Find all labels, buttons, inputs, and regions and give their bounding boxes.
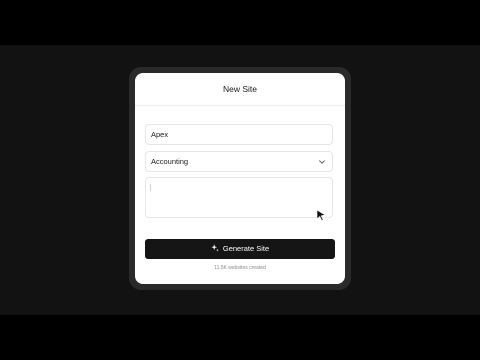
text-cursor bbox=[150, 184, 151, 191]
category-select[interactable]: Accounting bbox=[145, 151, 333, 172]
websites-created-count: 11.5K websites created bbox=[214, 265, 266, 271]
generate-site-button[interactable]: Generate Site bbox=[145, 239, 335, 259]
sparkle-icon bbox=[211, 244, 219, 252]
generate-site-label: Generate Site bbox=[222, 244, 270, 253]
new-site-card: New Site Apex Accounting Generate Site 1… bbox=[135, 73, 345, 284]
letterbox-bottom bbox=[0, 315, 480, 360]
letterbox-top bbox=[0, 0, 480, 45]
description-textarea[interactable] bbox=[145, 177, 333, 218]
category-select-value: Accounting bbox=[151, 157, 189, 166]
page-background: New Site Apex Accounting Generate Site 1… bbox=[0, 45, 480, 315]
cursor-pointer-icon bbox=[316, 209, 326, 221]
card-title: New Site bbox=[135, 73, 345, 106]
site-name-input[interactable]: Apex bbox=[145, 124, 333, 145]
chevron-down-icon bbox=[319, 160, 325, 164]
